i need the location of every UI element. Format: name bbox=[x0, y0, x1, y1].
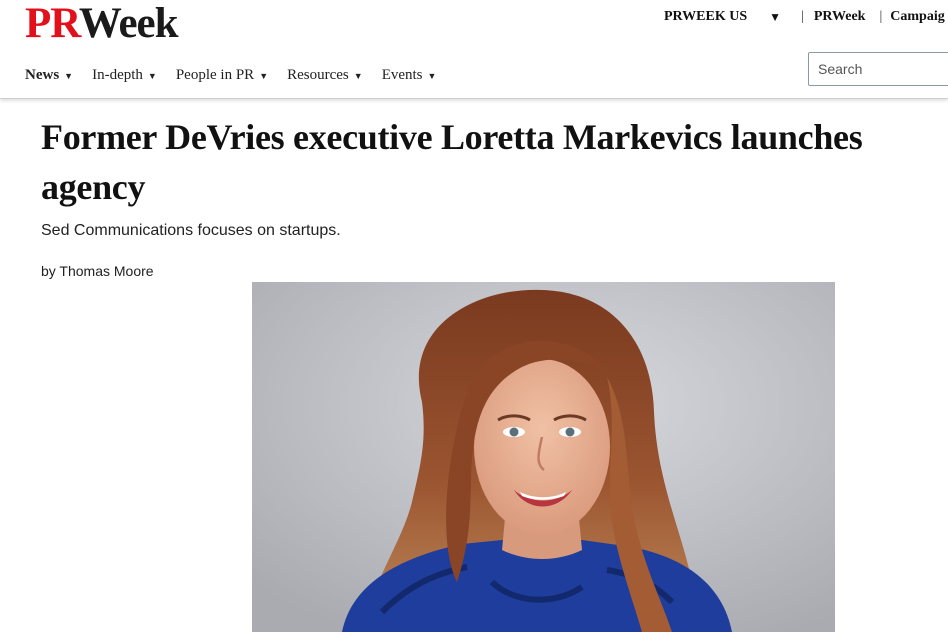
article-hero-image bbox=[252, 282, 835, 632]
logo-pr: PR bbox=[25, 0, 80, 47]
logo-week: Week bbox=[78, 0, 179, 47]
nav-label: In-depth bbox=[92, 67, 143, 83]
prweek-logo[interactable]: PRWeek bbox=[25, 0, 179, 47]
nav-label: News bbox=[25, 67, 60, 83]
nav-label: People in PR bbox=[175, 67, 255, 83]
divider: | bbox=[801, 9, 804, 24]
nav-item-in-depth[interactable]: In-depth ▼ bbox=[92, 67, 157, 84]
article-standfirst: Sed Communications focuses on startups. bbox=[41, 222, 341, 239]
caret-down-icon: ▼ bbox=[353, 70, 363, 81]
divider: | bbox=[879, 9, 883, 24]
nav-item-people-in-pr[interactable]: People in PR ▼ bbox=[176, 67, 268, 84]
nav-label: Resources bbox=[287, 67, 349, 83]
link-campaign[interactable]: Campaig bbox=[890, 9, 944, 25]
nav-item-events[interactable]: Events ▼ bbox=[382, 67, 437, 84]
nav-item-news[interactable]: News ▼ bbox=[25, 67, 73, 84]
caret-down-icon: ▼ bbox=[147, 70, 157, 81]
site-header: PRWeek PRWEEK US ▼ | PRWeek | Campaig Ne… bbox=[0, 0, 948, 99]
caret-down-icon: ▼ bbox=[427, 70, 437, 81]
search-box[interactable] bbox=[808, 52, 948, 86]
caret-down-icon: ▼ bbox=[64, 70, 74, 81]
edition-selector[interactable]: PRWEEK US ▼ bbox=[664, 9, 781, 25]
chevron-down-icon: ▼ bbox=[769, 9, 782, 24]
main-nav: News ▼ In-depth ▼ People in PR ▼ Resourc… bbox=[25, 67, 455, 84]
portrait-illustration bbox=[252, 282, 835, 632]
article-byline[interactable]: by Thomas Moore bbox=[41, 263, 154, 279]
article-headline: Former DeVries executive Loretta Markevi… bbox=[41, 117, 863, 207]
search-input[interactable] bbox=[809, 53, 948, 85]
caret-down-icon: ▼ bbox=[259, 70, 269, 81]
edition-label: PRWEEK US bbox=[664, 9, 748, 24]
top-nav: PRWEEK US ▼ | PRWeek | Campaig bbox=[664, 9, 945, 25]
nav-item-resources[interactable]: Resources ▼ bbox=[287, 67, 363, 84]
nav-label: Events bbox=[381, 67, 423, 83]
link-prweek[interactable]: PRWeek bbox=[814, 9, 866, 25]
